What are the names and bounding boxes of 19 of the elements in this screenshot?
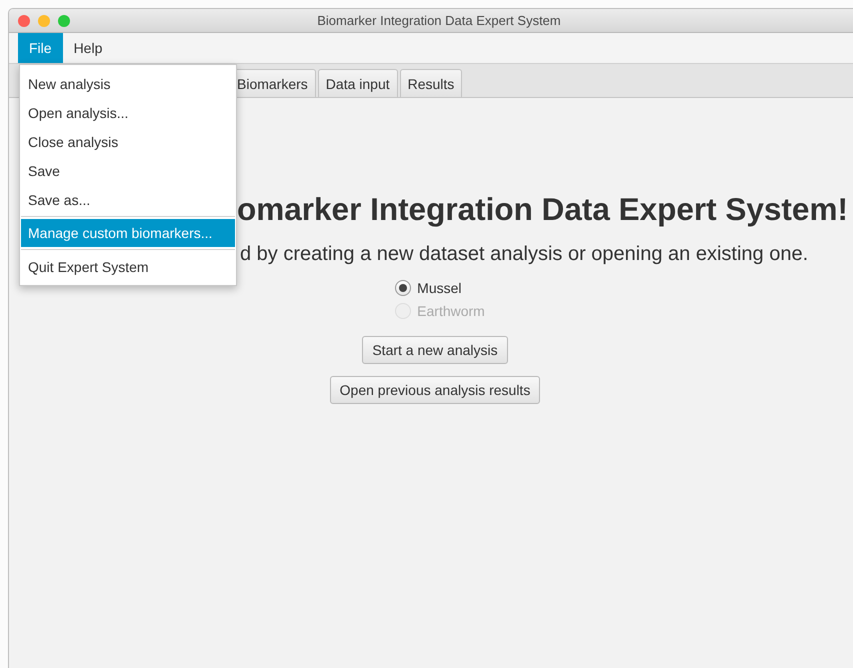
action-button[interactable]: Start a new analysis bbox=[362, 336, 508, 364]
minimize-button[interactable] bbox=[38, 14, 50, 26]
tab[interactable]: Results bbox=[400, 69, 462, 97]
instruction-text: d by creating a new dataset analysis or opening an existing one. bbox=[240, 243, 808, 266]
radio-label: Mussel bbox=[417, 280, 462, 296]
welcome-heading: omarker Integration Data Expert System! bbox=[237, 191, 848, 228]
menu-item[interactable]: Save bbox=[21, 156, 235, 185]
menu-item[interactable]: Open analysis... bbox=[21, 98, 235, 127]
menu-bar-item[interactable]: Help bbox=[62, 33, 114, 63]
radio-label: Earthworm bbox=[417, 303, 485, 319]
menu-item[interactable]: Save as... bbox=[21, 185, 235, 214]
action-button[interactable]: Open previous analysis results bbox=[330, 376, 540, 404]
close-button[interactable] bbox=[18, 14, 30, 26]
menu-item[interactable]: Close analysis bbox=[21, 127, 235, 156]
window-title: Biomarker Integration Data Expert System bbox=[317, 13, 561, 28]
tab[interactable]: Data input bbox=[318, 69, 398, 97]
menu-item[interactable]: Quit Expert System bbox=[21, 252, 235, 281]
radio-button[interactable] bbox=[395, 280, 412, 296]
zoom-button[interactable] bbox=[58, 14, 70, 26]
